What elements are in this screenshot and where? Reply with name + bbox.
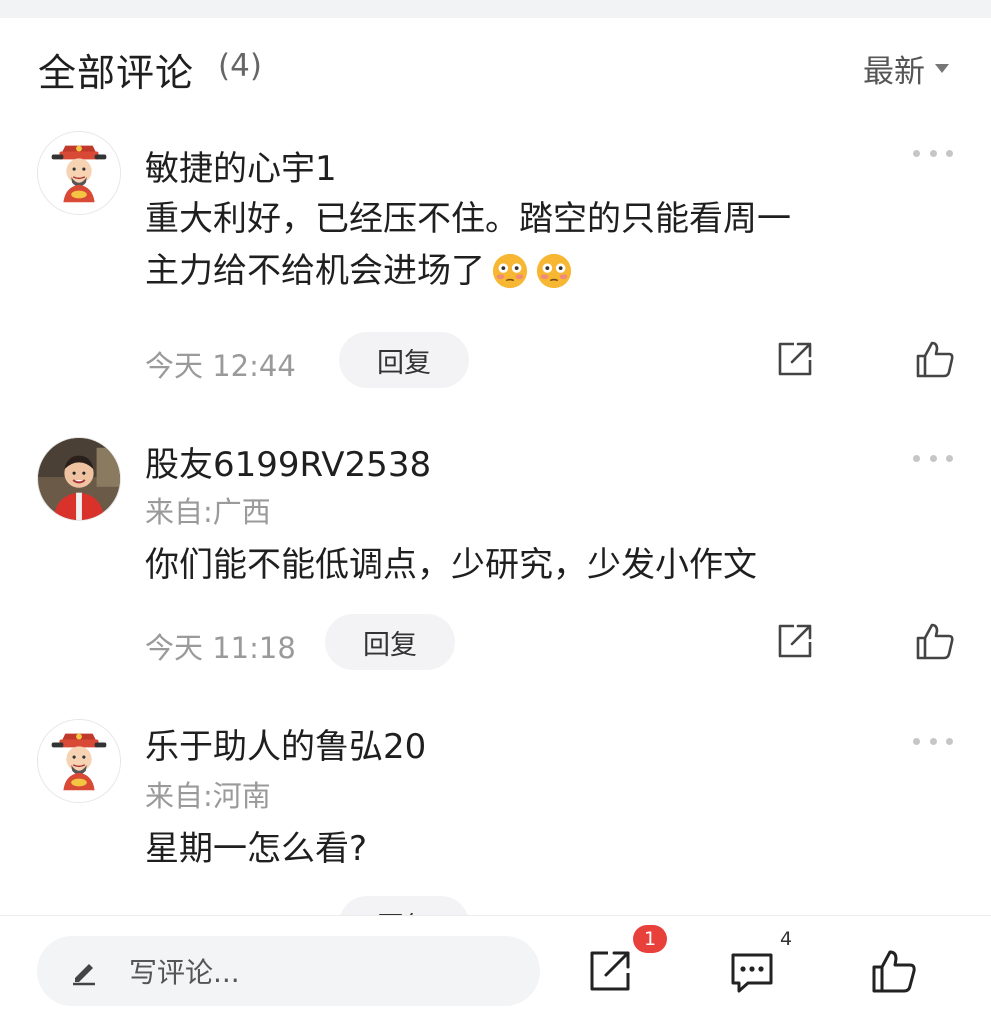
comment-username[interactable]: 乐于助人的鲁弘20 (145, 719, 426, 768)
thumbs-up-icon[interactable] (914, 620, 956, 662)
bottom-bar: 写评论... (0, 915, 991, 1024)
write-comment-input[interactable]: 写评论... (37, 936, 540, 1006)
sort-dropdown[interactable]: 最新 (863, 46, 949, 91)
comment-content: 你们能不能低调点，少研究，少发小作文 (145, 539, 945, 591)
comment-username[interactable]: 敏捷的心宇1 (145, 141, 337, 190)
comment-content: 星期一怎么看? (145, 823, 945, 875)
comment-time: 今天 12:44 (145, 349, 296, 383)
comment-icon[interactable] (728, 949, 776, 997)
thumbs-up-icon[interactable] (870, 947, 918, 995)
reply-button[interactable]: 回复 (325, 614, 455, 670)
comments-count: (4) (218, 48, 262, 84)
caishen-avatar-icon (38, 132, 120, 214)
top-strip (0, 0, 991, 18)
flushed-face-emoji-icon (536, 253, 572, 289)
sort-label: 最新 (863, 54, 925, 90)
chevron-down-icon (935, 64, 949, 73)
flushed-face-emoji-icon (492, 253, 528, 289)
share-icon[interactable] (586, 947, 634, 995)
comment-content-line: 重大利好，已经压不住。踏空的只能看周一 (145, 199, 791, 239)
comment-content: 重大利好，已经压不住。踏空的只能看周一 主力给不给机会进场了 (145, 193, 945, 297)
comment-content-line: 星期一怎么看? (145, 829, 368, 869)
avatar[interactable] (37, 131, 121, 215)
child-photo-avatar-icon (38, 438, 120, 520)
comments-header: 全部评论 (4) 最新 (0, 18, 991, 113)
avatar[interactable] (37, 719, 121, 803)
more-icon[interactable] (913, 735, 953, 747)
comments-title: 全部评论 (38, 51, 195, 95)
caishen-avatar-icon (38, 720, 120, 802)
comment-content-line-with-emoji: 主力给不给机会进场了 (145, 245, 945, 297)
comment-content-line: 你们能不能低调点，少研究，少发小作文 (145, 545, 757, 585)
comment-location: 来自:广西 (145, 495, 271, 529)
comment-item: 股友6199RV2538 来自:广西 你们能不能低调点，少研究，少发小作文 今天… (0, 413, 991, 703)
comment-item: 敏捷的心宇1 重大利好，已经压不住。踏空的只能看周一 主力给不给机会进场了 今天… (0, 113, 991, 413)
avatar[interactable] (37, 437, 121, 521)
write-comment-placeholder: 写评论... (129, 956, 240, 989)
comment-time: 今天 11:18 (145, 631, 296, 665)
more-icon[interactable] (913, 147, 953, 159)
pen-icon (69, 956, 99, 986)
more-icon[interactable] (913, 452, 953, 464)
share-badge: 1 (633, 925, 667, 953)
comment-username[interactable]: 股友6199RV2538 (145, 437, 431, 486)
comment-location: 来自:河南 (145, 779, 271, 813)
comment-content-line: 主力给不给机会进场了 (145, 251, 485, 291)
comment-count-badge: 4 (780, 928, 793, 950)
reply-button[interactable]: 回复 (339, 332, 469, 388)
share-icon[interactable] (774, 338, 816, 380)
thumbs-up-icon[interactable] (914, 338, 956, 380)
share-icon[interactable] (774, 620, 816, 662)
